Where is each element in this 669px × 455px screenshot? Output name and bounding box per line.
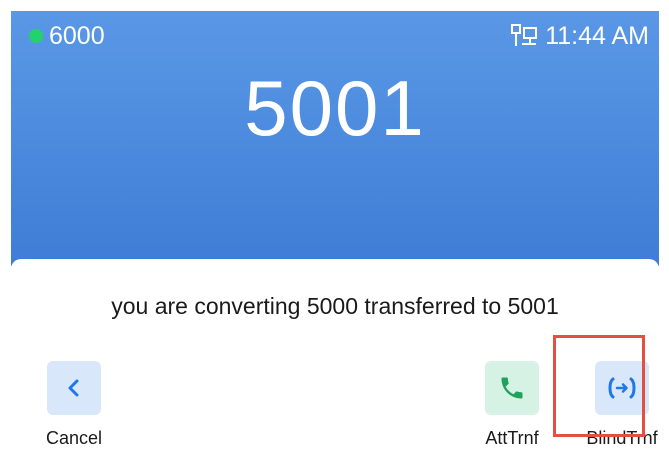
transfer-message: you are converting 5000 transferred to 5… [111,293,559,319]
att-transfer-button[interactable]: AttTrnf [472,361,552,449]
att-transfer-label: AttTrnf [485,428,539,448]
account-status-dot [29,29,43,43]
call-header: 6000 11:44 AM 5001 [11,11,659,266]
account-number: 6000 [49,21,105,50]
blind-transfer-button[interactable]: BlindTrnf [582,361,659,449]
cancel-tile[interactable] [47,361,101,415]
call-number: 5001 [244,64,426,152]
att-transfer-tile[interactable] [485,361,539,415]
cancel-label: Cancel [45,428,103,448]
blind-transfer-icon [608,377,636,399]
account-status: 6000 [29,21,105,51]
phone-icon [501,377,523,399]
cancel-button[interactable]: Cancel [34,361,114,449]
chevron-left-icon [68,379,79,397]
call-screen: 6000 11:44 AM 5001 you are converting 50… [11,11,659,451]
status-right: 11:44 AM [511,21,649,51]
clock: 11:44 AM [545,21,649,50]
network-icon [511,24,538,46]
blind-transfer-tile[interactable] [595,361,649,415]
blind-transfer-label: BlindTrnf [586,428,658,448]
